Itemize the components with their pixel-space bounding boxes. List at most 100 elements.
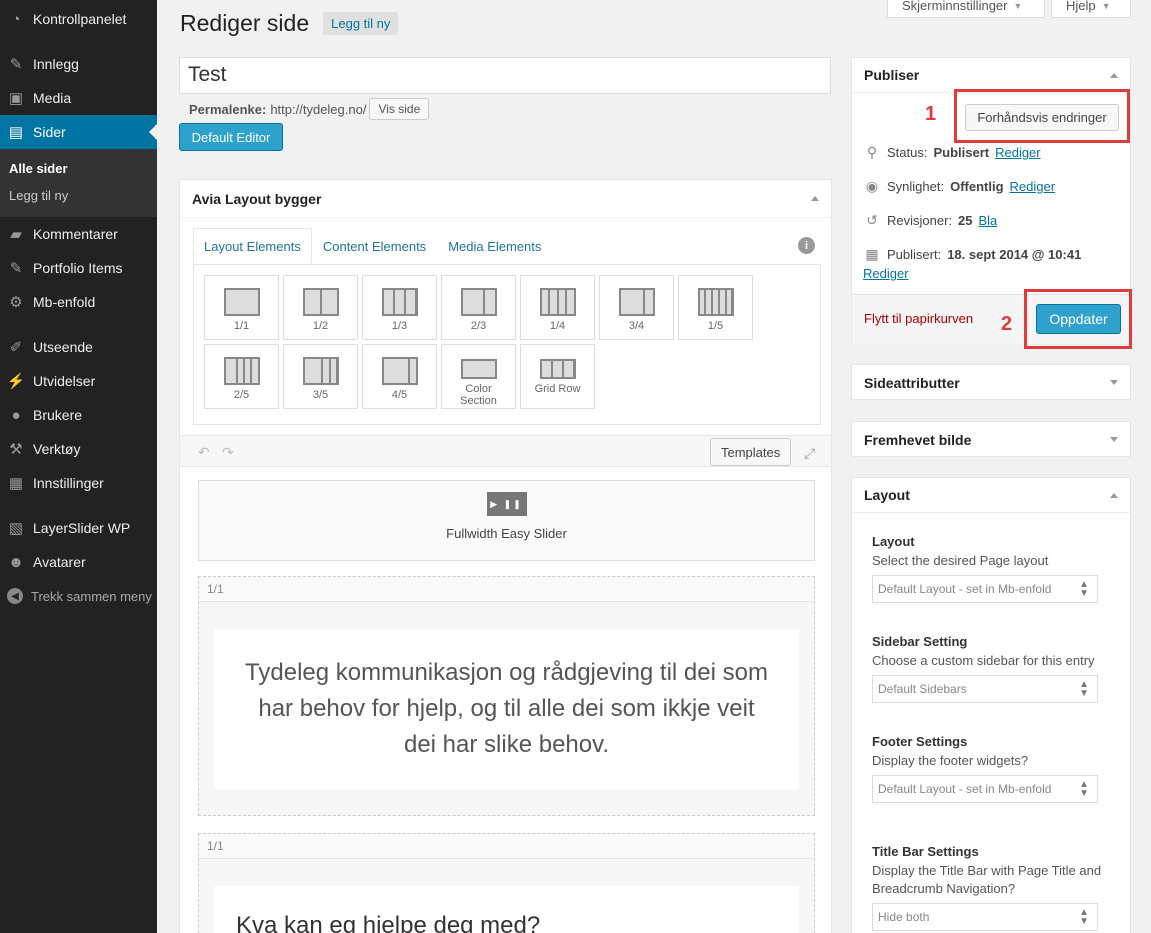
select-arrows-icon: ▲ ▼ bbox=[1079, 779, 1089, 799]
element-1-3[interactable]: 1/3 bbox=[362, 275, 437, 340]
help-label: Hjelp bbox=[1066, 0, 1096, 13]
pin-icon: ⚲ bbox=[866, 144, 878, 160]
move-to-trash-link[interactable]: Flytt til papirkurven bbox=[864, 311, 973, 326]
column-2-3-icon bbox=[460, 288, 497, 316]
column-3-4-icon bbox=[618, 288, 655, 316]
menu-settings[interactable]: ▦ Innstillinger bbox=[0, 466, 157, 500]
menu-mb-enfold[interactable]: ⚙ Mb-enfold bbox=[0, 285, 157, 319]
help-button[interactable]: Hjelp ▼ bbox=[1051, 0, 1131, 18]
layout-elements-panel: 1/1 1/2 1/3 2/3 1/4 3/4 1/5 2/5 3/5 4/5 … bbox=[193, 264, 821, 425]
column-1-1-icon bbox=[223, 288, 260, 316]
page-attributes-box: Sideattributter bbox=[851, 364, 1131, 400]
menu-label: Kontrollpanelet bbox=[33, 11, 127, 27]
tab-layout-elements[interactable]: Layout Elements bbox=[193, 228, 312, 264]
menu-portfolio[interactable]: ✎ Portfolio Items bbox=[0, 251, 157, 285]
menu-label: Innlegg bbox=[33, 56, 79, 72]
browse-revisions-link[interactable]: Bla bbox=[979, 213, 998, 228]
element-color-section[interactable]: Color Section bbox=[441, 344, 516, 409]
text-block[interactable]: Kva kan eg hjelpe deg med? bbox=[214, 886, 799, 933]
titlebar-select[interactable]: Hide both ▲ ▼ bbox=[872, 903, 1098, 931]
layout-header[interactable]: Layout bbox=[852, 478, 1130, 513]
text-block[interactable]: Tydeleg kommunikasjon og rådgjeving til … bbox=[214, 629, 799, 789]
toggle-down-icon[interactable] bbox=[1110, 437, 1118, 442]
templates-button[interactable]: Templates bbox=[710, 438, 792, 466]
select-arrows-icon: ▲ ▼ bbox=[1079, 679, 1089, 699]
avia-header[interactable]: Avia Layout bygger bbox=[180, 180, 831, 218]
published-row: ▦ Publisert: 18. sept 2014 @ 10:41 bbox=[863, 246, 1081, 263]
menu-layerslider[interactable]: ▧ LayerSlider WP bbox=[0, 511, 157, 545]
avatar-icon: ☻ bbox=[8, 553, 24, 571]
edit-date-link[interactable]: Rediger bbox=[863, 266, 909, 281]
column-block-2[interactable]: 1/1 Kva kan eg hjelpe deg med? bbox=[198, 833, 815, 933]
tab-media-elements[interactable]: Media Elements bbox=[437, 228, 552, 264]
annotation-2: 2 bbox=[1001, 313, 1013, 335]
menu-pages[interactable]: ▤ Sider bbox=[0, 115, 157, 149]
screen-options-button[interactable]: Skjerminnstillinger ▼ bbox=[887, 0, 1045, 18]
undo-icon[interactable]: ↶ bbox=[198, 444, 210, 461]
menu-comments[interactable]: ▰ Kommentarer bbox=[0, 217, 157, 251]
column-block-1[interactable]: 1/1 Tydeleg kommunikasjon og rådgjeving … bbox=[198, 576, 815, 816]
menu-posts[interactable]: ✎ Innlegg bbox=[0, 47, 157, 81]
element-4-5[interactable]: 4/5 bbox=[362, 344, 437, 409]
dashboard-icon: ◔ bbox=[11, 10, 21, 28]
status-row: ⚲ Status: Publisert Rediger bbox=[863, 144, 1041, 161]
redo-icon[interactable]: ↷ bbox=[222, 444, 234, 461]
fullscreen-icon[interactable]: ⤢ bbox=[804, 445, 815, 462]
menu-dashboard[interactable]: ◔ Kontrollpanelet bbox=[0, 2, 157, 36]
view-page-button[interactable]: Vis side bbox=[369, 98, 430, 120]
preview-changes-button[interactable]: Forhåndsvis endringer bbox=[965, 104, 1119, 131]
titlebar-field: Title Bar Settings Display the Title Bar… bbox=[872, 844, 1112, 931]
tab-content-elements[interactable]: Content Elements bbox=[312, 228, 437, 264]
page-attributes-header[interactable]: Sideattributter bbox=[852, 365, 1130, 400]
featured-image-header[interactable]: Fremhevet bilde bbox=[852, 422, 1130, 457]
post-title-input[interactable]: Test bbox=[179, 57, 831, 94]
publish-header[interactable]: Publiser bbox=[852, 58, 1130, 93]
brush-icon: ✐ bbox=[9, 339, 23, 356]
collapse-menu[interactable]: ◀ Trekk sammen meny bbox=[0, 579, 157, 613]
select-arrows-icon: ▲ ▼ bbox=[1079, 579, 1089, 599]
info-icon[interactable]: i bbox=[798, 237, 815, 254]
element-1-5[interactable]: 1/5 bbox=[678, 275, 753, 340]
default-editor-button[interactable]: Default Editor bbox=[179, 123, 283, 151]
submenu-all-pages[interactable]: Alle sider bbox=[0, 155, 157, 182]
menu-label: Portfolio Items bbox=[33, 260, 123, 276]
toggle-down-icon[interactable] bbox=[1110, 380, 1118, 385]
toggle-up-icon[interactable] bbox=[811, 196, 819, 201]
footer-select[interactable]: Default Layout - set in Mb-enfold ▲ ▼ bbox=[872, 775, 1098, 803]
menu-plugins[interactable]: ⚡ Utvidelser bbox=[0, 364, 157, 398]
toggle-up-icon[interactable] bbox=[1110, 72, 1118, 78]
element-3-4[interactable]: 3/4 bbox=[599, 275, 674, 340]
menu-label: LayerSlider WP bbox=[33, 520, 131, 536]
column-1-4-icon bbox=[539, 288, 576, 316]
element-2-5[interactable]: 2/5 bbox=[204, 344, 279, 409]
avia-tabs: Layout Elements Content Elements Media E… bbox=[193, 228, 820, 264]
settings-icon: ▦ bbox=[8, 475, 24, 492]
element-1-1[interactable]: 1/1 bbox=[204, 275, 279, 340]
element-2-3[interactable]: 2/3 bbox=[441, 275, 516, 340]
element-1-4[interactable]: 1/4 bbox=[520, 275, 595, 340]
submenu-add-new[interactable]: Legg til ny bbox=[0, 182, 157, 209]
screen-options-label: Skjerminnstillinger bbox=[902, 0, 1008, 13]
permalink-url[interactable]: http://tydeleg.no/ bbox=[270, 102, 366, 117]
menu-users[interactable]: ● Brukere bbox=[0, 398, 157, 432]
element-grid-row[interactable]: Grid Row bbox=[520, 344, 595, 409]
wrench-icon: ⚒ bbox=[9, 441, 23, 458]
layout-select[interactable]: Default Layout - set in Mb-enfold ▲ ▼ bbox=[872, 575, 1098, 603]
element-3-5[interactable]: 3/5 bbox=[283, 344, 358, 409]
element-1-2[interactable]: 1/2 bbox=[283, 275, 358, 340]
edit-status-link[interactable]: Rediger bbox=[995, 145, 1041, 160]
edit-visibility-link[interactable]: Rediger bbox=[1010, 179, 1056, 194]
menu-avatars[interactable]: ☻ Avatarer bbox=[0, 545, 157, 579]
fullwidth-slider-element[interactable]: ▶ ❚❚ Fullwidth Easy Slider bbox=[198, 480, 815, 561]
update-button[interactable]: Oppdater bbox=[1036, 304, 1121, 334]
add-new-button[interactable]: Legg til ny bbox=[323, 12, 399, 35]
menu-label: Avatarer bbox=[33, 554, 86, 570]
layers-icon: ▧ bbox=[8, 520, 24, 537]
builder-toolbar: ↶ ↷ Templates ⤢ bbox=[180, 435, 831, 467]
toggle-up-icon[interactable] bbox=[1110, 492, 1118, 498]
sidebar-select[interactable]: Default Sidebars ▲ ▼ bbox=[872, 675, 1098, 703]
menu-tools[interactable]: ⚒ Verktøy bbox=[0, 432, 157, 466]
menu-appearance[interactable]: ✐ Utseende bbox=[0, 330, 157, 364]
menu-media[interactable]: ▣ Media bbox=[0, 81, 157, 115]
collapse-arrow-icon: ◀ bbox=[7, 588, 23, 604]
